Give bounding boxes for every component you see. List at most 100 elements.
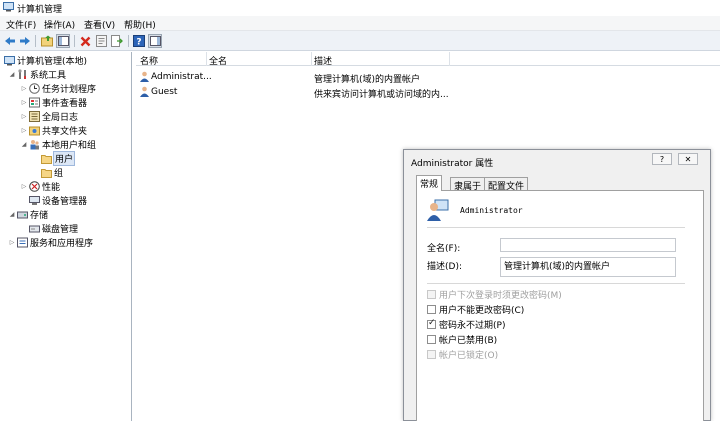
cannot-change-password-checkbox[interactable]: 用户不能更改密码(C) — [427, 303, 525, 316]
tree-users[interactable]: 用户 — [32, 151, 76, 166]
storage-icon — [17, 209, 28, 220]
tree-performance[interactable]: ▷ 性能 — [20, 180, 60, 193]
checkbox-label: 帐户已锁定(O) — [439, 350, 499, 361]
tree-global-log[interactable]: ▷ 全局日志 — [20, 110, 78, 123]
collapse-arrow-icon[interactable]: ◢ — [8, 211, 16, 218]
tree-item-label: 用户 — [52, 151, 76, 166]
tree-item-label: 磁盘管理 — [42, 225, 79, 235]
tree-item-label: 服务和应用程序 — [30, 239, 94, 249]
users-icon — [29, 139, 40, 150]
column-header-description[interactable]: 描述 — [314, 54, 332, 67]
tab-member-of[interactable]: 隶属于 — [450, 177, 486, 192]
delete-button[interactable] — [78, 34, 92, 48]
user-description: 供来宾访问计算机或访问域的内... — [314, 90, 449, 100]
up-folder-button[interactable] — [40, 34, 54, 48]
folder-icon — [41, 167, 52, 178]
menu-help[interactable]: 帮助(H) — [122, 18, 158, 31]
properties-button[interactable] — [94, 34, 108, 48]
tree-disk-management[interactable]: 磁盘管理 — [20, 222, 78, 235]
tree-item-label: 共享文件夹 — [42, 127, 88, 137]
tree-services-apps[interactable]: ▷ 服务和应用程序 — [8, 236, 93, 249]
services-icon — [17, 237, 28, 248]
account-locked-checkbox[interactable]: 帐户已锁定(O) — [427, 348, 499, 361]
tree-device-manager[interactable]: 设备管理器 — [20, 194, 87, 207]
checkbox-label: 帐户已禁用(B) — [439, 335, 498, 346]
user-description: 管理计算机(域)的内置帐户 — [314, 75, 421, 85]
user-icon — [427, 199, 449, 221]
performance-icon — [29, 181, 40, 192]
checkbox-box[interactable] — [427, 349, 436, 359]
expand-arrow-icon[interactable]: ▷ — [20, 85, 28, 92]
menu-file[interactable]: 文件(F) — [4, 18, 38, 31]
tab-general[interactable]: 常规 — [416, 175, 443, 191]
action-pane-button[interactable] — [148, 34, 162, 48]
expand-arrow-icon[interactable]: ▷ — [8, 239, 16, 246]
list-item-administrator[interactable]: Administrat... 管理计算机(域)的内置帐户 — [136, 70, 451, 85]
tree-system-tools[interactable]: ◢ 系统工具 — [8, 68, 66, 81]
description-label: 描述(D): — [427, 262, 462, 272]
menu-view[interactable]: 查看(V) — [82, 18, 117, 31]
properties-icon — [95, 35, 107, 47]
checkbox-box[interactable] — [427, 334, 436, 344]
checkbox-label: 用户不能更改密码(C) — [439, 305, 525, 316]
fullname-label: 全名(F): — [427, 244, 461, 254]
delete-x-icon — [80, 36, 90, 46]
shared-folder-icon — [29, 125, 40, 136]
tree-item-label: 组 — [54, 169, 64, 179]
tree-item-label: 性能 — [42, 183, 61, 193]
log-icon — [29, 111, 40, 122]
list-header: 名称 全名 描述 — [136, 52, 720, 67]
show-hide-tree-button[interactable] — [56, 34, 70, 48]
list-item-guest[interactable]: Guest 供来宾访问计算机或访问域的内... — [136, 85, 451, 100]
tree-event-viewer[interactable]: ▷ 事件查看器 — [20, 96, 87, 109]
folder-icon — [41, 153, 52, 164]
help-button[interactable]: ? — [132, 34, 146, 48]
tree-local-users-groups[interactable]: ◢ 本地用户和组 — [20, 138, 96, 151]
checkbox-box[interactable] — [427, 318, 436, 329]
expand-arrow-icon[interactable]: ▷ — [20, 127, 28, 134]
dialog-title: Administrator 属性 — [411, 159, 494, 169]
expand-arrow-icon[interactable]: ▷ — [20, 99, 28, 106]
description-field[interactable]: 管理计算机(域)的内置帐户 — [500, 257, 676, 277]
password-never-expires-checkbox[interactable]: 密码永不过期(P) — [427, 318, 505, 331]
tree-item-label: 本地用户和组 — [42, 141, 97, 151]
title-bar: 计算机管理 — [0, 0, 720, 15]
tree-groups[interactable]: 组 — [32, 166, 63, 179]
column-header-name[interactable]: 名称 — [140, 54, 158, 67]
tree-root[interactable]: 计算机管理(本地) — [3, 54, 87, 67]
tree-storage[interactable]: ◢ 存储 — [8, 208, 48, 221]
collapse-arrow-icon[interactable]: ◢ — [20, 141, 28, 148]
window-title: 计算机管理 — [17, 5, 63, 15]
expand-arrow-icon[interactable]: ▷ — [20, 113, 28, 120]
help-icon: ? — [133, 35, 145, 47]
account-name: Administrator — [460, 206, 523, 215]
checkbox-box[interactable] — [427, 304, 436, 314]
arrow-right-icon — [20, 37, 30, 45]
tree-item-label: 存储 — [30, 211, 49, 221]
user-name: Administrat... — [151, 72, 212, 82]
dialog-help-button[interactable]: ? — [652, 153, 672, 165]
menu-action[interactable]: 操作(A) — [42, 18, 77, 31]
back-button[interactable] — [3, 34, 17, 48]
export-icon — [111, 35, 123, 47]
column-header-fullname[interactable]: 全名 — [209, 54, 227, 67]
computer-management-icon — [3, 2, 14, 12]
must-change-password-checkbox[interactable]: 用户下次登录时须更改密码(M) — [427, 288, 562, 301]
dialog-close-button[interactable]: ✕ — [678, 153, 698, 165]
export-list-button[interactable] — [110, 34, 124, 48]
forward-button[interactable] — [18, 34, 32, 48]
tools-icon — [17, 69, 28, 80]
collapse-arrow-icon[interactable]: ◢ — [8, 71, 16, 78]
checkbox-box[interactable] — [427, 289, 436, 299]
tree-item-label: 系统工具 — [30, 71, 67, 81]
tab-profile[interactable]: 配置文件 — [484, 177, 529, 192]
tree-shared-folders[interactable]: ▷ 共享文件夹 — [20, 124, 87, 137]
folder-up-icon — [40, 35, 53, 47]
account-disabled-checkbox[interactable]: 帐户已禁用(B) — [427, 333, 498, 346]
console-tree: 计算机管理(本地) ◢ 系统工具 ▷ 任务计划程序 ▷ 事件查看器 ▷ 全局日志… — [0, 52, 132, 421]
fullname-field[interactable] — [500, 238, 676, 252]
expand-arrow-icon[interactable]: ▷ — [20, 183, 28, 190]
clock-icon — [29, 83, 40, 94]
tree-root-label: 计算机管理(本地) — [17, 57, 88, 67]
tree-task-scheduler[interactable]: ▷ 任务计划程序 — [20, 82, 96, 95]
